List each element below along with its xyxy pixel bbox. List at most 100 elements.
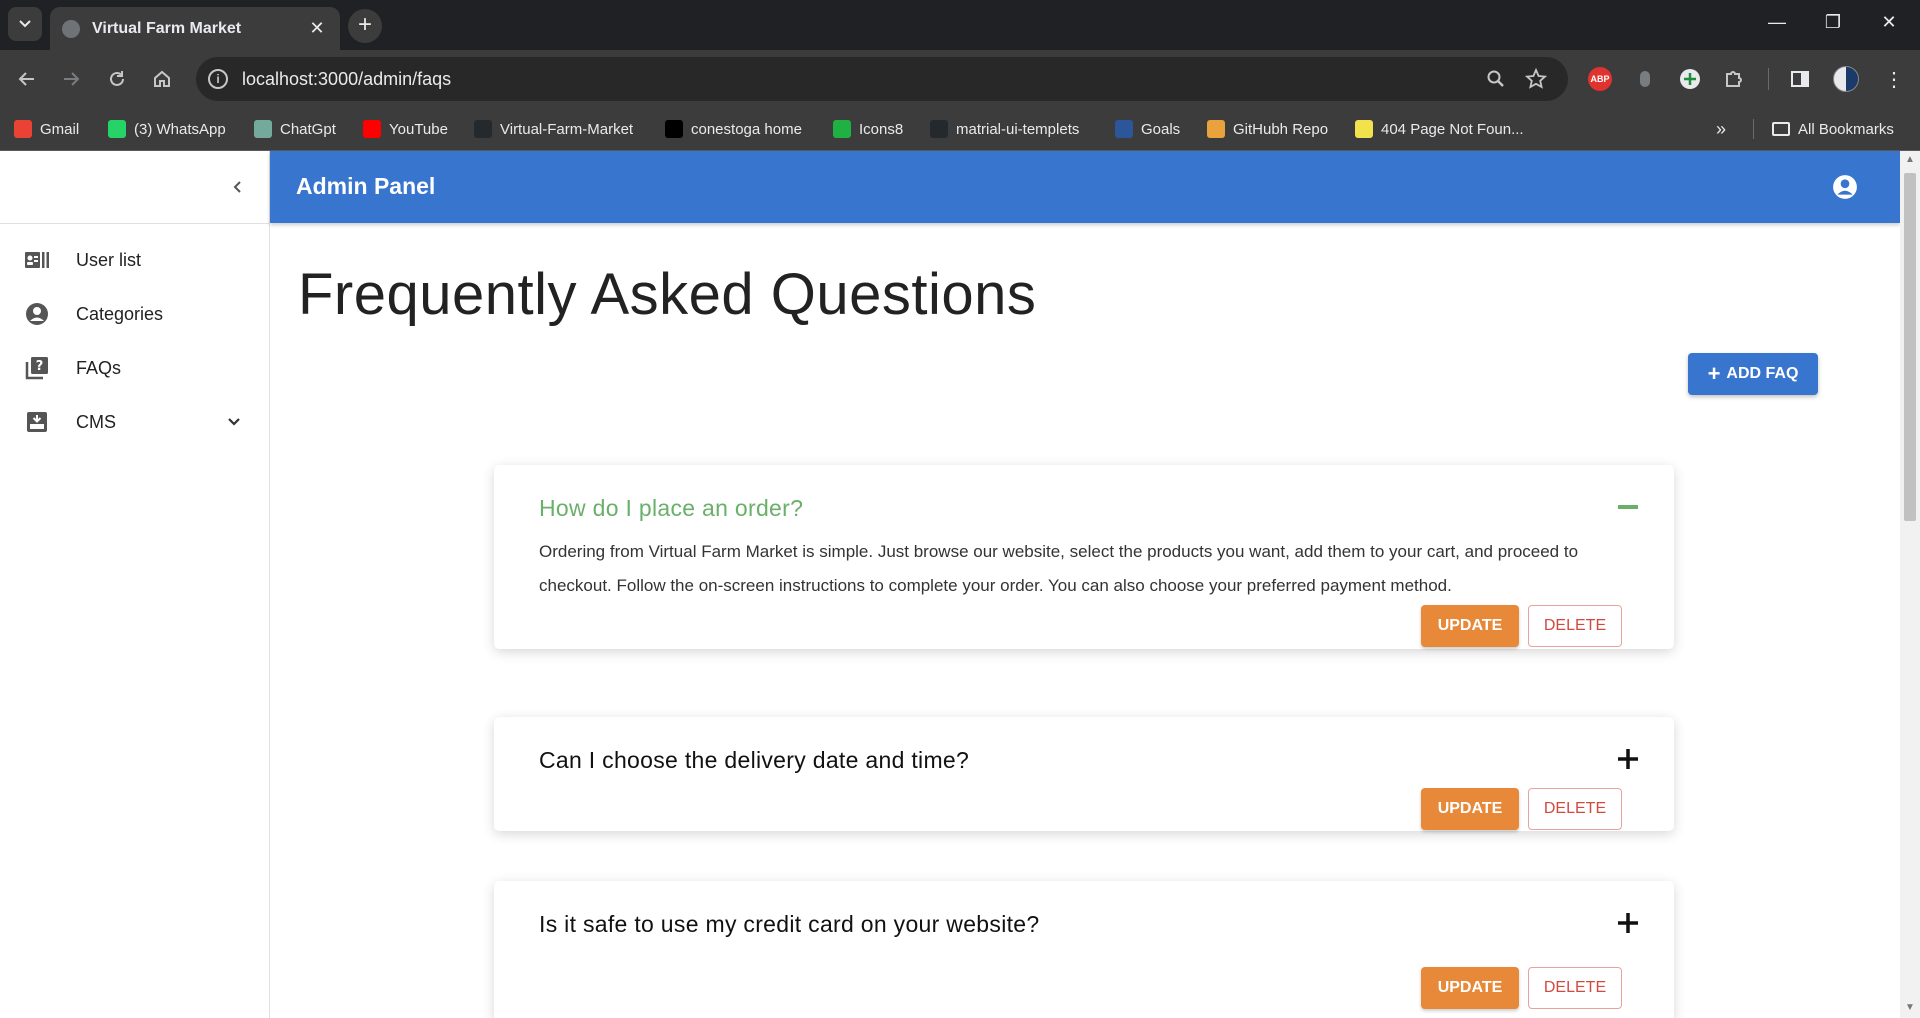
- close-icon[interactable]: ✕: [306, 18, 328, 39]
- faq-question[interactable]: How do I place an order?: [539, 495, 803, 522]
- bookmark-item[interactable]: GitHubh Repo: [1207, 118, 1328, 140]
- sidebar-item-cms[interactable]: CMS: [0, 395, 269, 449]
- w-icon: [1355, 120, 1373, 138]
- faq-question[interactable]: Can I choose the delivery date and time?: [539, 747, 969, 774]
- github-icon: [474, 120, 492, 138]
- bookmark-item[interactable]: conestoga home: [665, 118, 802, 140]
- github-icon: [930, 120, 948, 138]
- bookmark-label: (3) WhatsApp: [134, 120, 226, 138]
- side-panel-icon[interactable]: [1786, 65, 1814, 93]
- scroll-down-icon[interactable]: ▼: [1905, 1003, 1915, 1013]
- bookmark-item[interactable]: 404 Page Not Foun...: [1355, 118, 1524, 140]
- scroll-up-icon[interactable]: ▲: [1905, 155, 1915, 165]
- bookmark-item[interactable]: YouTube: [363, 118, 448, 140]
- browser-toolbar: i localhost:3000/admin/faqs ABP ⋮: [0, 50, 1920, 108]
- bookmark-label: Virtual-Farm-Market: [500, 120, 634, 138]
- chevron-down-icon[interactable]: [222, 410, 246, 434]
- add-faq-label: ADD FAQ: [1726, 365, 1799, 382]
- bookmark-item[interactable]: Goals: [1115, 118, 1180, 140]
- arrow-right-icon: [64, 72, 80, 86]
- tab-title: Virtual Farm Market: [92, 19, 242, 37]
- sidebar-divider: [0, 223, 269, 224]
- minus-icon[interactable]: [1616, 495, 1640, 519]
- page-title: Frequently Asked Questions: [298, 262, 1037, 327]
- gmail-icon: [14, 120, 32, 138]
- reload-icon: [110, 71, 124, 86]
- bookmark-item[interactable]: matrial-ui-templets: [930, 118, 1079, 140]
- bookmark-item[interactable]: ChatGpt: [254, 118, 336, 140]
- faq-card: How do I place an order? Ordering from V…: [494, 465, 1674, 649]
- sidebar-item-categories[interactable]: Categories: [0, 287, 269, 341]
- url-text: localhost:3000/admin/faqs: [242, 69, 452, 89]
- svg-text:?: ?: [36, 359, 44, 374]
- plus-icon[interactable]: [1616, 747, 1640, 771]
- home-button[interactable]: [147, 64, 177, 94]
- delete-button[interactable]: DELETE: [1528, 788, 1622, 830]
- bookmark-item[interactable]: Virtual-Farm-Market: [474, 118, 633, 140]
- bookmark-label: conestoga home: [691, 120, 802, 138]
- d2l-icon: [665, 120, 683, 138]
- update-button[interactable]: UPDATE: [1421, 967, 1519, 1009]
- app-bar: Admin Panel: [270, 151, 1900, 223]
- bookmark-label: Gmail: [40, 120, 80, 138]
- close-window-button[interactable]: ✕: [1876, 12, 1902, 33]
- faq-question[interactable]: Is it safe to use my credit card on your…: [539, 911, 1039, 938]
- folder-icon: [1772, 122, 1790, 136]
- plus-icon: +: [1707, 361, 1721, 386]
- icons8-icon: [833, 120, 851, 138]
- extension-gray-icon[interactable]: [1631, 65, 1659, 93]
- zoom-icon[interactable]: [1484, 67, 1508, 91]
- scroll-thumb[interactable]: [1904, 173, 1916, 521]
- menu-dots-icon[interactable]: ⋮: [1880, 65, 1908, 93]
- add-circle-icon[interactable]: [1676, 65, 1704, 93]
- info-icon[interactable]: i: [208, 69, 228, 89]
- quiz-icon: ?: [24, 355, 50, 381]
- bookmark-item[interactable]: Gmail: [14, 118, 79, 140]
- restore-button[interactable]: ❐: [1820, 12, 1846, 33]
- sidebar-item-label: CMS: [76, 411, 116, 432]
- delete-button[interactable]: DELETE: [1528, 605, 1622, 647]
- sidebar-item-label: Categories: [76, 303, 164, 324]
- page-scrollbar[interactable]: ▲ ▼: [1900, 151, 1920, 1018]
- bookmarks-bar: Gmail (3) WhatsApp ChatGpt YouTube Virtual-F…: [0, 108, 1920, 151]
- minimize-button[interactable]: —: [1764, 12, 1790, 33]
- browser-tab[interactable]: Virtual Farm Market ✕: [50, 7, 340, 50]
- delete-button[interactable]: DELETE: [1528, 967, 1622, 1009]
- bookmark-label: ChatGpt: [280, 120, 336, 138]
- bookmark-label: Goals: [1141, 120, 1181, 138]
- add-faq-button[interactable]: + ADD FAQ: [1688, 353, 1818, 395]
- update-button[interactable]: UPDATE: [1421, 788, 1519, 830]
- forward-button[interactable]: [56, 64, 86, 94]
- account-circle-icon[interactable]: [1832, 174, 1858, 200]
- word-icon: [1115, 120, 1133, 138]
- bookmark-item[interactable]: (3) WhatsApp: [108, 118, 226, 140]
- profile-avatar[interactable]: [1832, 65, 1860, 93]
- more-bookmarks-icon[interactable]: »: [1716, 118, 1726, 140]
- browser-tabbar: Virtual Farm Market ✕ + — ❐ ✕: [0, 0, 1920, 50]
- reload-button[interactable]: [102, 64, 132, 94]
- home-icon: [154, 70, 170, 87]
- new-tab-button[interactable]: +: [348, 9, 382, 43]
- contacts-icon: [24, 247, 50, 273]
- chatgpt-icon: [254, 120, 272, 138]
- plus-icon[interactable]: [1616, 911, 1640, 935]
- back-button[interactable]: [12, 64, 42, 94]
- bookmark-label: YouTube: [389, 120, 448, 138]
- tab-search-button[interactable]: [8, 7, 42, 41]
- account-circle-icon: [24, 301, 50, 327]
- app-title: Admin Panel: [296, 173, 436, 199]
- all-bookmarks-button[interactable]: All Bookmarks: [1772, 118, 1894, 140]
- chevron-left-icon[interactable]: [226, 175, 250, 199]
- sidebar-item-user-list[interactable]: User list: [0, 233, 269, 287]
- git-icon: [1207, 120, 1225, 138]
- bookmark-label: Icons8: [859, 120, 904, 138]
- address-bar[interactable]: i localhost:3000/admin/faqs: [196, 57, 1568, 101]
- whatsapp-icon: [108, 120, 126, 138]
- puzzle-icon[interactable]: [1720, 65, 1748, 93]
- sidebar-item-label: FAQs: [76, 357, 122, 378]
- update-button[interactable]: UPDATE: [1421, 605, 1519, 647]
- star-icon[interactable]: [1524, 67, 1548, 91]
- bookmark-item[interactable]: Icons8: [833, 118, 903, 140]
- adblock-icon[interactable]: ABP: [1586, 65, 1614, 93]
- sidebar-item-faqs[interactable]: ? FAQs: [0, 341, 269, 395]
